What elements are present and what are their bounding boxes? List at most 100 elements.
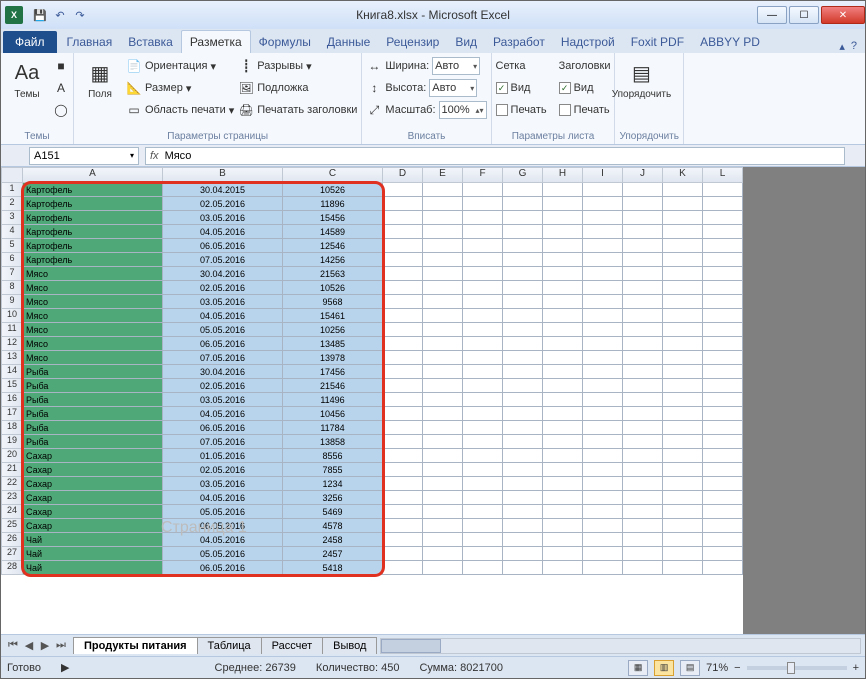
cell[interactable] xyxy=(583,477,623,491)
cell[interactable] xyxy=(503,561,543,575)
cell[interactable]: 02.05.2016 xyxy=(163,463,283,477)
cell[interactable] xyxy=(583,253,623,267)
cell[interactable] xyxy=(583,183,623,197)
cell[interactable]: 14589 xyxy=(283,225,383,239)
row-header[interactable]: 28 xyxy=(1,561,23,575)
cell[interactable] xyxy=(663,547,703,561)
cell[interactable]: 5469 xyxy=(283,505,383,519)
cell[interactable] xyxy=(663,477,703,491)
cell[interactable] xyxy=(543,365,583,379)
cell[interactable] xyxy=(583,533,623,547)
cell[interactable]: 04.05.2016 xyxy=(163,407,283,421)
row-header[interactable]: 17 xyxy=(1,407,23,421)
cell[interactable]: Картофель xyxy=(23,183,163,197)
cell[interactable] xyxy=(583,365,623,379)
cell[interactable]: 04.05.2016 xyxy=(163,309,283,323)
cell[interactable] xyxy=(623,211,663,225)
cell[interactable] xyxy=(463,491,503,505)
cell[interactable] xyxy=(623,295,663,309)
tab-page-layout[interactable]: Разметка xyxy=(181,30,251,53)
cell[interactable] xyxy=(463,421,503,435)
cell[interactable] xyxy=(503,365,543,379)
cell[interactable]: 05.05.2016 xyxy=(163,547,283,561)
cell[interactable] xyxy=(703,365,743,379)
view-page-layout-button[interactable]: ▥ xyxy=(654,660,674,676)
cell[interactable]: 11784 xyxy=(283,421,383,435)
cell[interactable] xyxy=(543,421,583,435)
orientation-button[interactable]: 📄Ориентация ▾ xyxy=(126,55,234,77)
cell[interactable]: 03.05.2016 xyxy=(163,295,283,309)
cell[interactable] xyxy=(663,281,703,295)
tab-view[interactable]: Вид xyxy=(447,31,485,53)
cell[interactable] xyxy=(423,491,463,505)
cell[interactable] xyxy=(423,463,463,477)
cell[interactable] xyxy=(703,281,743,295)
cell[interactable] xyxy=(543,281,583,295)
cell[interactable] xyxy=(703,393,743,407)
zoom-slider[interactable] xyxy=(747,666,847,670)
cell[interactable]: 07.05.2016 xyxy=(163,351,283,365)
cell[interactable] xyxy=(423,253,463,267)
cell[interactable]: Рыба xyxy=(23,407,163,421)
cell[interactable] xyxy=(703,351,743,365)
cell[interactable] xyxy=(663,253,703,267)
horizontal-scrollbar[interactable] xyxy=(380,638,861,654)
cell[interactable] xyxy=(703,295,743,309)
cell[interactable] xyxy=(543,323,583,337)
cell[interactable] xyxy=(383,239,423,253)
zoom-in-button[interactable]: + xyxy=(853,662,859,674)
cell[interactable] xyxy=(423,183,463,197)
cell[interactable] xyxy=(703,197,743,211)
cell[interactable]: 03.05.2016 xyxy=(163,477,283,491)
cell[interactable]: Картофель xyxy=(23,197,163,211)
cell[interactable] xyxy=(463,393,503,407)
tab-addins[interactable]: Надстрой xyxy=(553,31,623,53)
print-titles-button[interactable]: 🖨Печатать заголовки xyxy=(238,99,357,121)
zoom-level[interactable]: 71% xyxy=(706,662,728,674)
cell[interactable] xyxy=(543,505,583,519)
cell[interactable] xyxy=(423,351,463,365)
cell[interactable] xyxy=(583,309,623,323)
cell[interactable]: 11496 xyxy=(283,393,383,407)
cell[interactable] xyxy=(703,421,743,435)
cell[interactable] xyxy=(623,365,663,379)
cell[interactable] xyxy=(503,547,543,561)
cell[interactable] xyxy=(543,463,583,477)
macro-record-icon[interactable]: ▶ xyxy=(61,661,69,674)
cell[interactable] xyxy=(543,533,583,547)
cell[interactable] xyxy=(463,477,503,491)
cell[interactable] xyxy=(503,337,543,351)
theme-colors-button[interactable]: ■ xyxy=(53,55,69,77)
cell[interactable] xyxy=(503,211,543,225)
row-header[interactable]: 15 xyxy=(1,379,23,393)
cell[interactable] xyxy=(543,211,583,225)
cell[interactable]: Картофель xyxy=(23,253,163,267)
cell[interactable] xyxy=(463,239,503,253)
arrange-button[interactable]: ▤ Упорядочить xyxy=(619,55,663,100)
column-header[interactable]: B xyxy=(163,167,283,183)
cell[interactable] xyxy=(383,463,423,477)
cell[interactable] xyxy=(423,211,463,225)
cell[interactable] xyxy=(543,379,583,393)
cell[interactable] xyxy=(623,197,663,211)
tab-abbyy[interactable]: ABBYY PD xyxy=(692,31,768,53)
cell[interactable]: 30.04.2016 xyxy=(163,365,283,379)
cell[interactable] xyxy=(423,435,463,449)
cell[interactable] xyxy=(383,351,423,365)
cell[interactable] xyxy=(463,211,503,225)
cell[interactable]: 17456 xyxy=(283,365,383,379)
cell[interactable] xyxy=(463,281,503,295)
cell[interactable] xyxy=(623,351,663,365)
row-header[interactable]: 2 xyxy=(1,197,23,211)
cell[interactable] xyxy=(583,491,623,505)
cell[interactable] xyxy=(543,477,583,491)
cell[interactable] xyxy=(503,477,543,491)
cell[interactable] xyxy=(703,379,743,393)
cell[interactable]: 10526 xyxy=(283,183,383,197)
row-header[interactable]: 13 xyxy=(1,351,23,365)
cell[interactable] xyxy=(423,547,463,561)
cell[interactable] xyxy=(463,267,503,281)
tab-review[interactable]: Рецензир xyxy=(378,31,447,53)
height-combo[interactable]: Авто▾ xyxy=(429,79,477,97)
cell[interactable]: 07.05.2016 xyxy=(163,253,283,267)
